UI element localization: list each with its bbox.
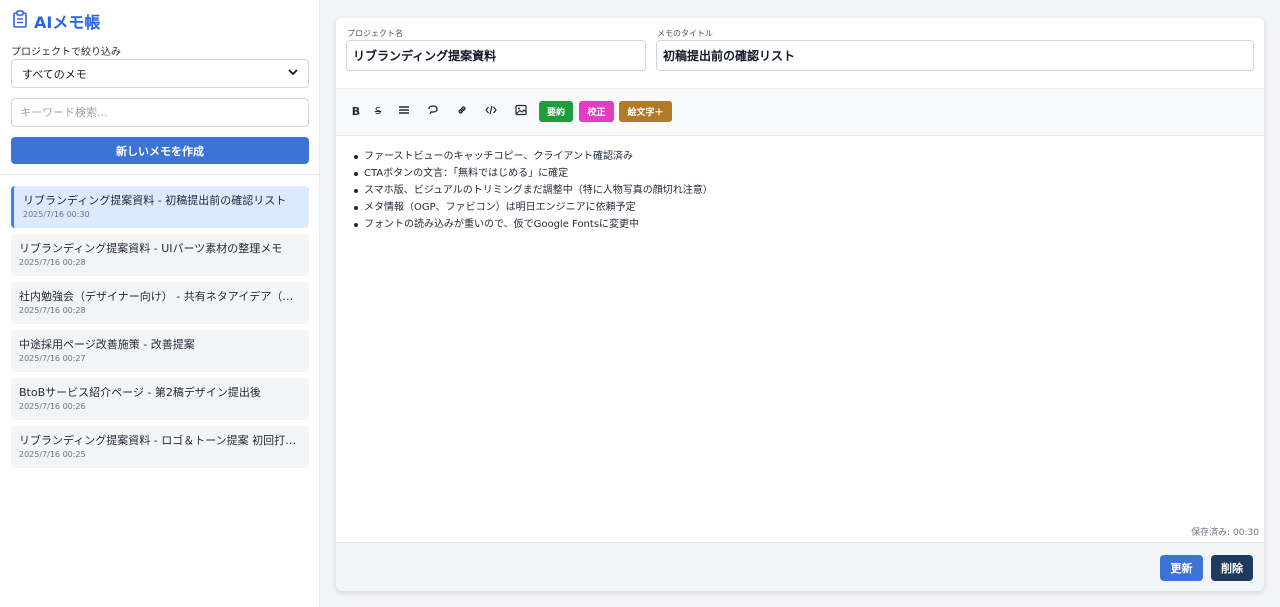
- memo-title: 社内勉強会（デザイナー向け） - 共有ネタアイデア（検証中）: [19, 290, 301, 303]
- image-icon: [515, 104, 527, 119]
- emoji-button[interactable]: 絵文字＋: [619, 101, 672, 122]
- memo-item[interactable]: 中途採用ページ改善施策 - 改善提案 2025/7/16 00:27: [11, 330, 309, 372]
- update-button[interactable]: 更新: [1160, 555, 1203, 581]
- memo-date: 2025/7/16 00:30: [23, 210, 90, 219]
- memo-content-editor[interactable]: ファーストビューのキャッチコピー、クライアント確認済み CTAボタンの文言：「無…: [336, 136, 1264, 542]
- link-button[interactable]: [454, 102, 470, 120]
- memo-content-item: メタ情報（OGP、ファビコン）は明日エンジニアに依頼予定: [354, 199, 1264, 216]
- editor-footer: 更新 削除: [336, 542, 1264, 591]
- chevron-down-icon: [288, 68, 298, 79]
- memo-title-input[interactable]: 初稿提出前の確認リスト: [656, 40, 1254, 71]
- saved-status: 保存済み: 00:30: [1191, 528, 1259, 538]
- clipboard-icon: [12, 10, 28, 32]
- memo-item[interactable]: リブランディング提案資料 - ロゴ＆トーン提案 初回打ち合わせ 2025/7/1…: [11, 426, 309, 468]
- editor-card: プロジェクト名 リブランディング提案資料 メモのタイトル 初稿提出前の確認リスト…: [336, 18, 1264, 591]
- memo-item[interactable]: リブランディング提案資料 - UIパーツ素材の整理メモ 2025/7/16 00…: [11, 234, 309, 276]
- project-filter-value: すべてのメモ: [22, 67, 87, 81]
- highlight-icon: [427, 104, 439, 119]
- project-name-input[interactable]: リブランディング提案資料: [346, 40, 646, 71]
- memo-title-label: メモのタイトル: [657, 29, 713, 38]
- memo-date: 2025/7/16 00:25: [19, 450, 86, 459]
- memo-title-value: 初稿提出前の確認リスト: [663, 49, 796, 63]
- memo-content-item: ファーストビューのキャッチコピー、クライアント確認済み: [354, 148, 1264, 165]
- app-brand: AIメモ帳: [12, 10, 100, 32]
- app-title: AIメモ帳: [34, 13, 101, 32]
- memo-title: リブランディング提案資料 - 初稿提出前の確認リスト: [23, 194, 287, 207]
- project-name-label: プロジェクト名: [347, 29, 403, 38]
- memo-content-list: ファーストビューのキャッチコピー、クライアント確認済み CTAボタンの文言：「無…: [354, 148, 1264, 233]
- new-memo-button[interactable]: 新しいメモを作成: [11, 137, 309, 164]
- strikethrough-icon: S: [374, 105, 382, 117]
- image-button[interactable]: [513, 102, 529, 120]
- delete-button[interactable]: 削除: [1211, 555, 1253, 581]
- editor-toolbar: B S 要約 校正 絵文字＋: [336, 88, 1264, 136]
- memo-list: リブランディング提案資料 - 初稿提出前の確認リスト 2025/7/16 00:…: [11, 186, 309, 474]
- bold-button[interactable]: B: [348, 102, 364, 120]
- memo-date: 2025/7/16 00:27: [19, 354, 86, 363]
- proofread-button[interactable]: 校正: [579, 101, 614, 122]
- bullet-list-button[interactable]: [396, 102, 412, 120]
- memo-title: 中途採用ページ改善施策 - 改善提案: [19, 338, 195, 351]
- memo-date: 2025/7/16 00:28: [19, 306, 86, 315]
- sidebar: AIメモ帳 プロジェクトで絞り込み すべてのメモ 新しいメモを作成 リブランディ…: [0, 0, 320, 607]
- memo-title: BtoBサービス紹介ページ - 第2稿デザイン提出後: [19, 386, 261, 399]
- memo-date: 2025/7/16 00:26: [19, 402, 86, 411]
- memo-title: リブランディング提案資料 - ロゴ＆トーン提案 初回打ち合わせ: [19, 434, 301, 447]
- strikethrough-button[interactable]: S: [370, 102, 386, 120]
- memo-item[interactable]: リブランディング提案資料 - 初稿提出前の確認リスト 2025/7/16 00:…: [11, 186, 309, 228]
- memo-title: リブランディング提案資料 - UIパーツ素材の整理メモ: [19, 242, 283, 255]
- memo-content-item: スマホ版、ビジュアルのトリミングまだ調整中（特に人物写真の顔切れ注意）: [354, 182, 1264, 199]
- project-filter-label: プロジェクトで絞り込み: [11, 47, 121, 58]
- project-filter-select[interactable]: すべてのメモ: [11, 59, 309, 88]
- memo-date: 2025/7/16 00:28: [19, 258, 86, 267]
- code-button[interactable]: [483, 102, 499, 120]
- sidebar-divider: [0, 174, 319, 175]
- keyword-search-input[interactable]: [11, 98, 309, 127]
- code-icon: [485, 104, 497, 119]
- memo-content-item: CTAボタンの文言：「無料ではじめる」に確定: [354, 165, 1264, 182]
- summarize-button[interactable]: 要約: [539, 101, 573, 122]
- memo-item[interactable]: BtoBサービス紹介ページ - 第2稿デザイン提出後 2025/7/16 00:…: [11, 378, 309, 420]
- memo-content-item: フォントの読み込みが重いので、仮でGoogle Fontsに変更中: [354, 216, 1264, 233]
- list-icon: [398, 104, 410, 119]
- bold-icon: B: [351, 104, 361, 118]
- link-icon: [456, 104, 468, 119]
- memo-item[interactable]: 社内勉強会（デザイナー向け） - 共有ネタアイデア（検証中） 2025/7/16…: [11, 282, 309, 324]
- project-name-value: リブランディング提案資料: [353, 49, 497, 63]
- highlight-button[interactable]: [425, 102, 441, 120]
